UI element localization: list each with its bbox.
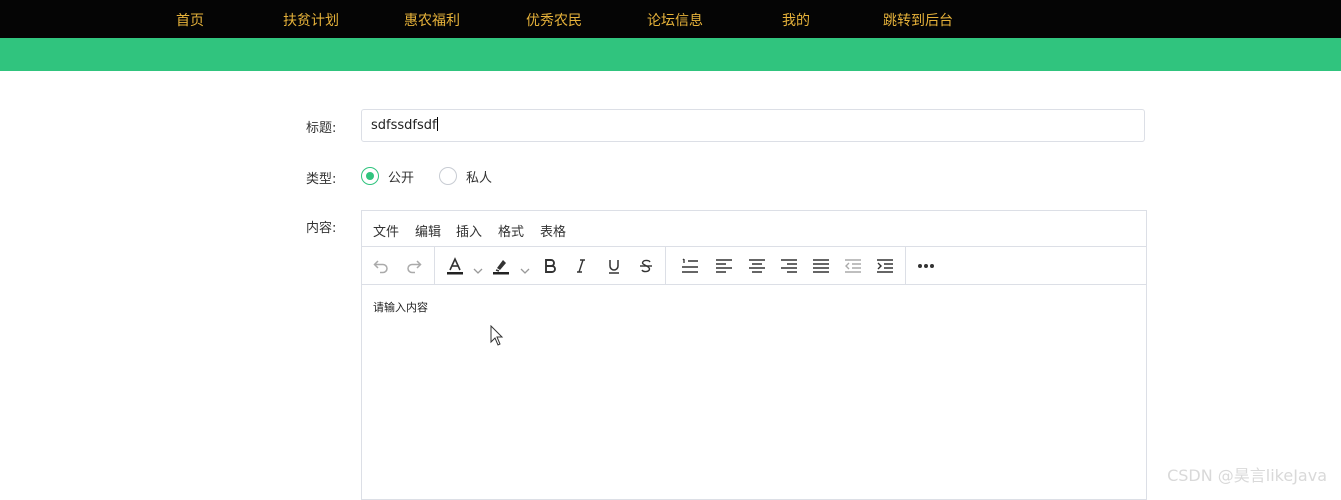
highlight-color-icon[interactable]: [490, 255, 512, 277]
content-label: 内容:: [306, 221, 337, 236]
chevron-down-icon[interactable]: [473, 260, 483, 279]
align-justify-icon[interactable]: [810, 255, 832, 277]
chevron-down-icon[interactable]: [520, 260, 530, 279]
more-icon[interactable]: [915, 255, 937, 277]
menu-file[interactable]: 文件: [373, 221, 399, 240]
toolbar-separator: [905, 247, 906, 284]
nav-item-home[interactable]: 首页: [176, 10, 204, 30]
editor-toolbar: [362, 247, 1146, 285]
menu-insert[interactable]: 插入: [456, 221, 482, 240]
italic-icon[interactable]: [570, 255, 592, 277]
title-input-value: sdfssdfsdf: [371, 118, 437, 133]
underline-icon[interactable]: [603, 255, 625, 277]
menu-table[interactable]: 表格: [540, 221, 566, 240]
menu-edit[interactable]: 编辑: [415, 221, 441, 240]
list-icon[interactable]: [679, 255, 701, 277]
top-navbar: 首页 扶贫计划 惠农福利 优秀农民 论坛信息 我的 跳转到后台: [0, 0, 1341, 39]
rich-text-editor: 文件 编辑 插入 格式 表格 请输入内容: [361, 210, 1147, 500]
radio-public-circle[interactable]: [361, 167, 379, 185]
bold-icon[interactable]: [539, 255, 561, 277]
radio-private[interactable]: 私人: [439, 166, 492, 186]
editor-placeholder[interactable]: 请输入内容: [373, 299, 428, 315]
editor-menubar: 文件 编辑 插入 格式 表格: [362, 211, 1146, 247]
text-color-icon[interactable]: [444, 255, 466, 277]
toolbar-separator: [665, 247, 666, 284]
undo-icon[interactable]: [370, 255, 392, 277]
toolbar-separator: [434, 247, 435, 284]
radio-public-label: 公开: [388, 170, 415, 186]
redo-icon[interactable]: [403, 255, 425, 277]
title-label: 标题:: [306, 121, 337, 136]
mouse-pointer-icon: [490, 324, 504, 351]
nav-item-mine[interactable]: 我的: [782, 10, 810, 30]
nav-item-welfare[interactable]: 惠农福利: [404, 10, 460, 30]
green-banner: [0, 38, 1341, 71]
title-input[interactable]: sdfssdfsdf: [361, 109, 1145, 142]
nav-item-farmers[interactable]: 优秀农民: [526, 10, 582, 30]
indent-icon[interactable]: [874, 255, 896, 277]
watermark-text: CSDN @昊言likeJava: [1167, 466, 1327, 485]
menu-format[interactable]: 格式: [498, 221, 524, 240]
strikethrough-icon[interactable]: [635, 255, 657, 277]
nav-item-admin[interactable]: 跳转到后台: [883, 10, 953, 30]
radio-private-circle[interactable]: [439, 167, 457, 185]
align-right-icon[interactable]: [778, 255, 800, 277]
outdent-icon[interactable]: [842, 255, 864, 277]
nav-item-forum[interactable]: 论坛信息: [647, 10, 703, 30]
type-label: 类型:: [306, 172, 337, 187]
align-center-icon[interactable]: [746, 255, 768, 277]
radio-public[interactable]: 公开: [361, 166, 414, 186]
nav-item-poverty-plan[interactable]: 扶贫计划: [283, 10, 339, 30]
radio-private-label: 私人: [466, 170, 493, 186]
text-caret: [436, 117, 438, 131]
align-left-icon[interactable]: [713, 255, 735, 277]
